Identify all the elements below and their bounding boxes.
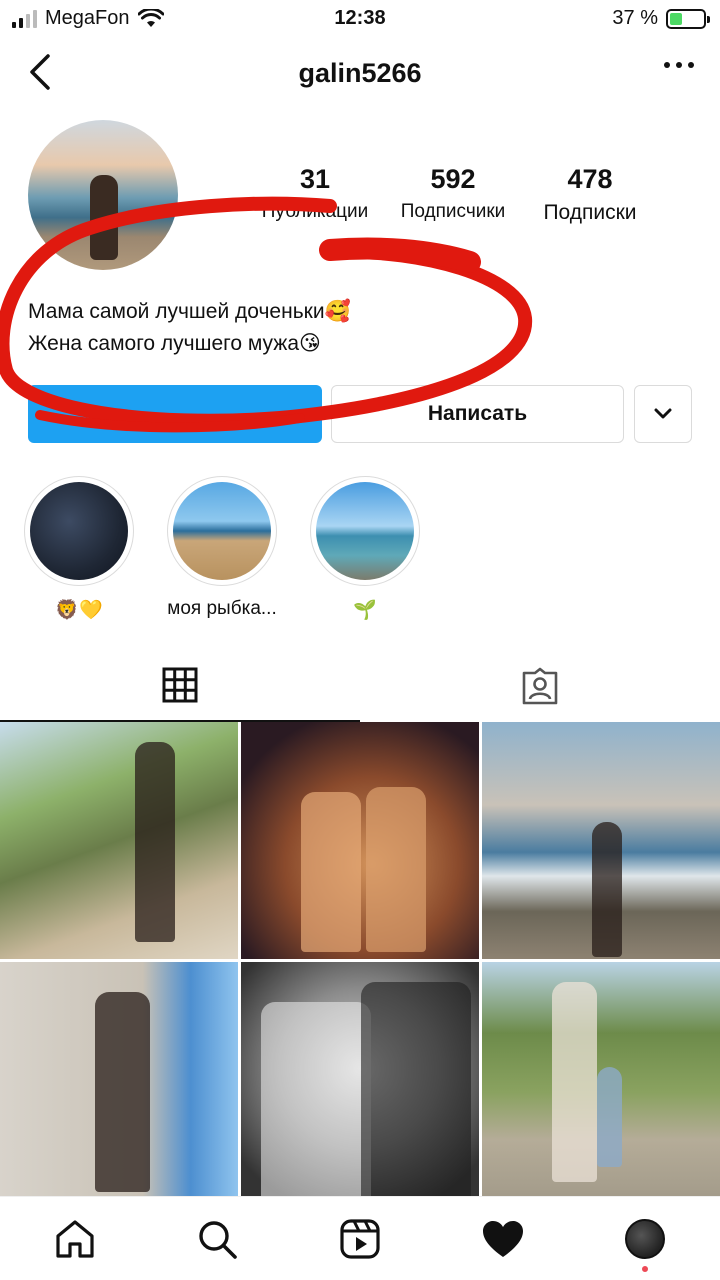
battery-percent: 37 % (612, 7, 658, 29)
bio-line: Жена самого лучшего мужа😘 (28, 332, 321, 355)
profile-avatar[interactable] (28, 120, 178, 270)
post-thumbnail[interactable] (482, 962, 720, 1199)
nav-home[interactable] (53, 1217, 97, 1261)
nav-profile[interactable] (623, 1217, 667, 1261)
notification-dot (642, 1266, 648, 1272)
followers-stat[interactable]: 592 Подписчики (388, 164, 518, 223)
highlight-cover (316, 482, 414, 580)
nav-activity[interactable] (481, 1217, 525, 1261)
suggested-dropdown-button[interactable] (634, 385, 692, 443)
nav-reels[interactable] (338, 1217, 382, 1261)
posts-label: Публикации (261, 201, 369, 222)
following-label: Подписки (543, 201, 637, 224)
followers-count: 592 (430, 164, 476, 194)
highlight-label: 🦁💛 (55, 600, 103, 621)
profile-avatar-small (625, 1219, 665, 1259)
tab-tagged[interactable] (360, 650, 720, 722)
highlight-cover (30, 482, 128, 580)
heart-icon (483, 1221, 523, 1257)
highlight-label: 🌱 (353, 600, 377, 621)
post-thumbnail[interactable] (482, 722, 720, 959)
more-horizontal-icon (664, 62, 670, 68)
post-thumbnail[interactable] (241, 722, 479, 959)
chevron-down-icon (654, 408, 672, 419)
posts-grid (0, 722, 720, 1199)
profile-bio: Мама самой лучшей доченьки🥰 Жена самого … (28, 296, 351, 360)
post-thumbnail[interactable] (241, 962, 479, 1199)
post-thumbnail[interactable] (0, 962, 238, 1199)
battery-icon (666, 8, 710, 29)
story-highlight[interactable]: 🦁💛 (23, 476, 135, 622)
home-icon (56, 1220, 94, 1258)
story-highlight[interactable]: 🌱 (309, 476, 421, 622)
reels-icon (340, 1219, 380, 1259)
grid-icon (162, 667, 198, 703)
status-bar: MegaFon 12:38 37 % (0, 0, 720, 40)
highlight-label: моя рыбка... (167, 598, 277, 619)
battery-info: 37 % (612, 7, 710, 30)
search-icon (199, 1221, 237, 1259)
profile-username: galin5266 (298, 58, 422, 88)
highlight-cover (173, 482, 271, 580)
tab-posts-grid[interactable] (0, 650, 360, 722)
follow-button[interactable] (28, 385, 322, 443)
profile-stats: 31 Публикации 592 Подписчики 478 Подписк… (240, 164, 700, 234)
posts-stat[interactable]: 31 Публикации (250, 164, 380, 223)
profile-header: galin5266 (0, 40, 720, 110)
message-button[interactable]: Написать (331, 385, 624, 443)
tagged-person-icon (522, 667, 558, 705)
following-count: 478 (567, 164, 613, 194)
bottom-navigation (0, 1196, 720, 1280)
story-highlight[interactable]: моя рыбка... (166, 476, 278, 620)
posts-count: 31 (299, 164, 331, 194)
following-stat[interactable]: 478 Подписки (530, 164, 650, 225)
profile-tabs (0, 650, 720, 722)
followers-label: Подписчики (400, 201, 506, 222)
more-options-button[interactable] (664, 62, 694, 68)
nav-search[interactable] (195, 1217, 239, 1261)
post-thumbnail[interactable] (0, 722, 238, 959)
bio-line: Мама самой лучшей доченьки🥰 (28, 300, 351, 323)
